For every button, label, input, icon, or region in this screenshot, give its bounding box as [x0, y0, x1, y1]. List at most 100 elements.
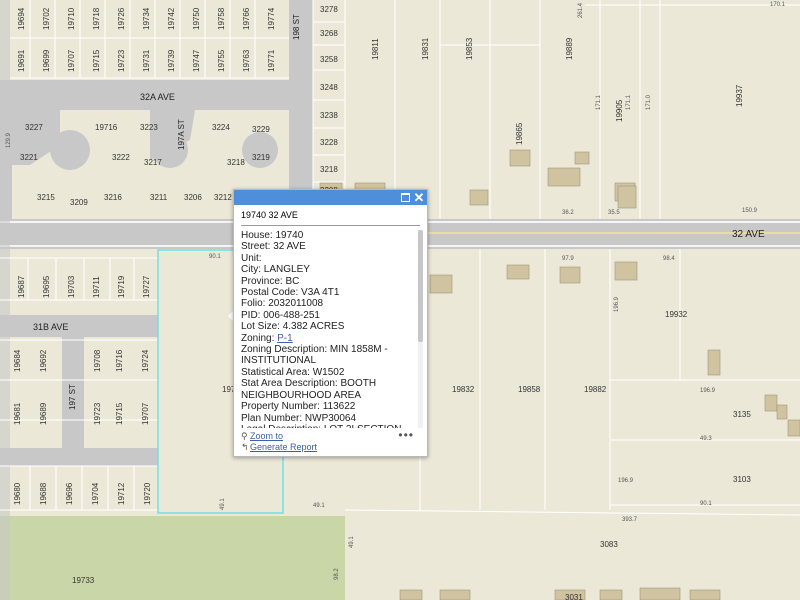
parcel-label: 19711 — [92, 276, 101, 298]
parcel-label: 3031 — [565, 593, 583, 600]
parcel-label: 3212 — [214, 193, 232, 202]
dimension-label: 49.1 — [220, 498, 226, 510]
popup-title-bar: ✕ — [234, 190, 427, 205]
parcel-label: 3218 — [227, 158, 245, 167]
dimension-label: 36.2 — [562, 210, 574, 216]
dimension-label: 196.9 — [614, 296, 620, 312]
maximize-icon[interactable] — [398, 190, 412, 205]
parcel-info-popup: ✕ 19740 32 AVE House: 19740 Street: 32 AV… — [233, 189, 428, 457]
parcel-label: 3218 — [320, 165, 338, 174]
parcel-label: 19699 — [42, 49, 51, 72]
popup-attributes: House: 19740 Street: 32 AVE Unit: City: LAN… — [241, 230, 415, 428]
parcel-label: 3222 — [112, 153, 130, 162]
parcel-label: 19680 — [13, 482, 22, 505]
close-icon[interactable]: ✕ — [412, 190, 426, 205]
dimension-label: 196.9 — [700, 388, 716, 394]
dimension-label: 129.9 — [6, 132, 12, 148]
dimension-label: 171.1 — [626, 94, 632, 110]
parcel-label: 19688 — [39, 482, 48, 505]
parcel-label: 19889 — [565, 37, 574, 60]
parcel-label: 3228 — [320, 138, 338, 147]
dimension-label: 393.7 — [622, 517, 638, 523]
road-label-31b-ave: 31B AVE — [33, 322, 68, 332]
road-label-198-st: 198 ST — [292, 14, 301, 40]
parcel-label: 19708 — [93, 349, 102, 372]
parcel-label: 19716 — [115, 349, 124, 372]
parcel-label: 19715 — [92, 49, 101, 72]
parcel-label: 3227 — [25, 123, 43, 132]
parcel-label: 19763 — [242, 49, 251, 72]
popup-attribute-line: House: 19740 — [241, 230, 304, 241]
parcel-label: 3135 — [733, 410, 751, 419]
parcel-label: 19718 — [92, 7, 101, 30]
parcel-label: 19681 — [13, 402, 22, 425]
parcel-label: 19703 — [67, 275, 76, 298]
parcel-label: 19704 — [91, 482, 100, 505]
parcel-label: 19684 — [13, 349, 22, 372]
parcel-label: 19832 — [452, 385, 475, 394]
popup-divider — [241, 225, 420, 226]
parcel-label: 19858 — [518, 385, 541, 394]
more-options-icon[interactable]: ••• — [398, 428, 414, 442]
dimension-label: 49.1 — [349, 536, 355, 548]
scrollbar-thumb[interactable] — [418, 230, 423, 342]
parcel-label: 19932 — [665, 310, 688, 319]
parcel-label: 3224 — [212, 123, 230, 132]
popup-attribute-line: Zoning Description: MIN 1858M - INSTITUT… — [241, 344, 388, 367]
parcel-label: 19771 — [267, 49, 276, 72]
dimension-label: 150.9 — [742, 208, 758, 214]
parcel-label: 19766 — [242, 7, 251, 30]
parcel-label: 3221 — [20, 153, 38, 162]
parcel-label: 3209 — [70, 198, 88, 207]
generate-report-label[interactable]: Generate Report — [250, 442, 317, 452]
parcel-label: 19739 — [167, 49, 176, 72]
popup-attribute-line: Plan Number: NWP30064 — [241, 412, 357, 424]
parcel-label: 19691 — [17, 49, 26, 72]
parcel-label: 3083 — [600, 540, 618, 549]
parcel-label: 19853 — [465, 37, 474, 60]
road-label-197a-st: 197A ST — [177, 119, 186, 150]
parcel-label: 19905 — [615, 99, 624, 122]
parcel-label: 19715 — [115, 402, 124, 425]
zoom-to-action[interactable]: ⚲ Zoom to — [241, 431, 283, 442]
road-label-197-st: 197 ST — [68, 384, 77, 410]
parcel-label: 19694 — [17, 7, 26, 30]
parcel-label: 19696 — [65, 482, 74, 505]
parcel-label: 3216 — [104, 193, 122, 202]
parcel-label: 19755 — [217, 49, 226, 72]
popup-scrollbar[interactable] — [418, 230, 423, 428]
parcel-label: 19758 — [217, 7, 226, 30]
parcel-label: 19724 — [141, 349, 150, 372]
dimension-label: 97.9 — [562, 256, 574, 262]
popup-attribute-line: Property Number: 113622 — [241, 401, 356, 413]
zoning-link[interactable]: P-1 — [277, 333, 293, 344]
parcel-label: 3219 — [252, 153, 270, 162]
dimension-label: 35.5 — [608, 210, 620, 216]
parcel-label: 19937 — [735, 84, 744, 107]
dimension-label: 98.2 — [334, 568, 340, 580]
parcel-label: 19695 — [42, 275, 51, 298]
dimension-label: 49.1 — [313, 503, 325, 509]
parcel-label: 19723 — [93, 402, 102, 425]
zoom-to-label[interactable]: Zoom to — [250, 431, 283, 441]
parcel-label: 19726 — [117, 7, 126, 30]
parcel-label: 3258 — [320, 55, 338, 64]
arrow-icon: ↰ — [241, 442, 249, 452]
popup-attribute-line: Stat Area Description: BOOTH NEIGHBOURHO… — [241, 378, 377, 401]
popup-attribute-line: Statistical Area: W1502 — [241, 366, 345, 378]
parcel-label: 19723 — [117, 49, 126, 72]
parcel-label: 19687 — [17, 275, 26, 298]
parcel-label: 19692 — [39, 349, 48, 372]
generate-report-action[interactable]: ↰Generate Report — [241, 442, 317, 453]
parcel-label: 19811 — [371, 38, 380, 60]
dimension-label: 49.3 — [700, 436, 712, 442]
parcel-label: 19719 — [117, 275, 126, 298]
parcel-label: 3103 — [733, 475, 751, 484]
parcel-label: 19747 — [192, 49, 201, 72]
zoning-line: Zoning: P-1 — [241, 333, 415, 344]
parcel-label: 19716 — [95, 123, 118, 132]
popup-attribute-line: Folio: 2032011008 — [241, 298, 324, 310]
popup-actions: ⚲ Zoom to ↰Generate Report ••• — [241, 428, 420, 454]
popup-attribute-line: City: LANGLEY — [241, 264, 310, 276]
parcel-label: 19742 — [167, 7, 176, 30]
